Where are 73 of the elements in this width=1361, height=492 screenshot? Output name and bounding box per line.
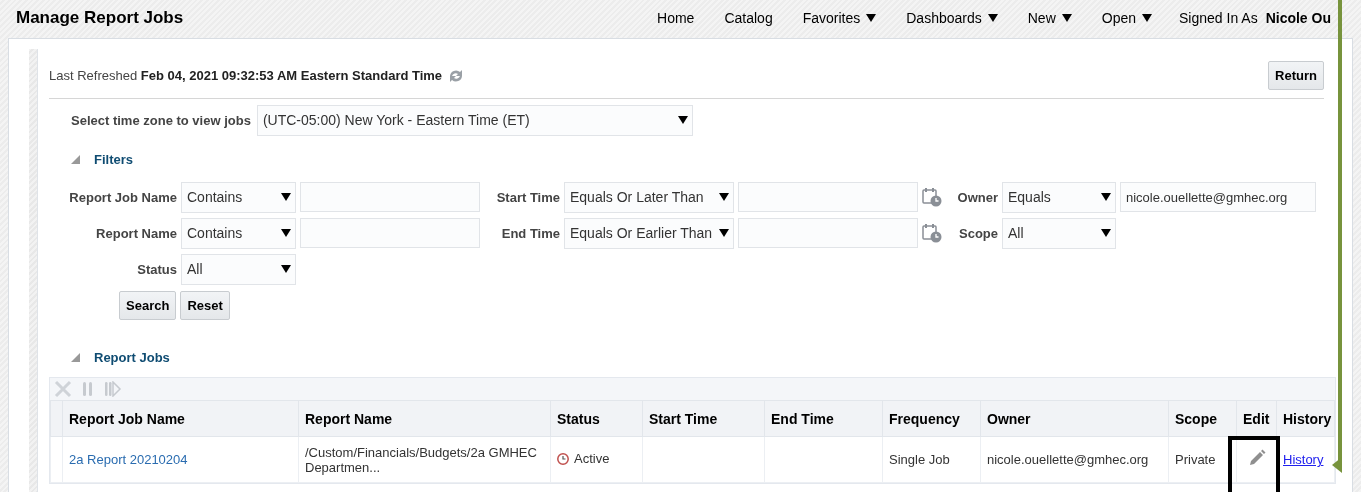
section-title[interactable]: Report Jobs [94,349,170,365]
user-name[interactable]: Nicole Ou [1265,10,1331,26]
table-cell: /Custom/Financials/Budgets/2a GMHEC Departmen... [298,436,551,483]
field-label: Start Time [495,189,560,205]
caret-icon [719,229,729,237]
calendar-icon[interactable] [922,223,942,243]
field-label: Status [136,261,177,277]
field-label: End Time [500,225,560,241]
nav-menu[interactable]: Favorites [787,10,892,26]
filter-button[interactable]: Search [119,291,177,320]
page-title: Manage Report Jobs [16,8,185,28]
nav-menu[interactable]: Dashboards [891,10,1013,26]
filter-input[interactable]: nicole.ouellette@gmhec.org [1120,182,1316,212]
column-header[interactable]: History [1276,400,1335,437]
operator-dropdown[interactable]: Equals Or Later Than [564,181,734,213]
operator-dropdown[interactable]: All [181,253,296,285]
job-name-link[interactable]: 2a Report 20210204 [69,452,188,467]
caret-icon [1101,229,1111,237]
caret-icon [987,14,998,22]
highlight-frame [1228,436,1280,492]
caret-icon [719,193,729,201]
field-label: Scope [958,225,998,241]
caret-icon [1061,14,1072,22]
section-title[interactable]: Filters [94,151,133,167]
caret-icon [677,116,688,124]
operator-dropdown[interactable]: All [1002,217,1116,249]
column-header[interactable]: End Time [764,400,883,437]
column-header[interactable]: Edit [1236,400,1277,437]
column-header[interactable]: Report Job Name [62,400,299,437]
timezone-dropdown[interactable]: (UTC-05:00) New York - Eastern Time (ET) [256,104,693,136]
caret-icon [1101,193,1111,201]
status-text: Active [574,451,610,467]
nav-menu[interactable]: New [1012,10,1087,26]
caret-icon [866,14,877,22]
pause-icon[interactable] [82,381,94,397]
table-cell: Single Job [882,436,981,483]
field-label: Report Name [95,225,177,241]
filter-button[interactable]: Reset [180,291,230,320]
column-header[interactable]: Status [550,400,643,437]
last-refreshed-text: Last Refreshed Feb 04, 2021 09:32:53 AM Eastern Standard Time [49,68,443,83]
filter-input[interactable] [300,218,480,248]
caret-icon [281,193,291,201]
filter-input[interactable] [738,182,918,212]
operator-dropdown[interactable]: Contains [181,217,296,249]
field-label: Owner [956,189,998,205]
operator-dropdown[interactable]: Contains [181,181,296,213]
pencil-icon[interactable] [1247,449,1266,467]
field-label: Report Job Name [68,189,177,205]
return-button[interactable]: Return [1268,61,1324,90]
caret-icon [281,229,291,237]
operator-dropdown[interactable]: Equals [1002,181,1116,213]
resume-icon[interactable] [104,381,122,397]
column-header[interactable]: Report Name [298,400,551,437]
timezone-label: Select time zone to view jobs [71,112,251,128]
column-header[interactable]: Scope [1168,400,1237,437]
nav-menu[interactable]: Open [1086,10,1167,26]
nav-menu[interactable]: Catalog [709,10,788,26]
calendar-icon[interactable] [922,187,942,207]
column-header[interactable]: Start Time [642,400,765,437]
filter-input[interactable] [738,218,918,248]
signed-in-label: Signed In As [1179,10,1258,26]
collapse-icon[interactable] [71,154,80,164]
caret-icon [281,265,291,273]
collapse-icon[interactable] [71,352,80,362]
nav-menu[interactable]: Home [642,10,710,26]
caret-icon [1142,14,1152,22]
clock-icon [557,452,569,465]
filter-input[interactable] [300,182,480,212]
operator-dropdown[interactable]: Equals Or Earlier Than [564,217,734,249]
column-header[interactable]: Owner [980,400,1169,437]
table-cell: nicole.ouellette@gmhec.org [980,436,1169,483]
column-header[interactable]: Frequency [882,400,981,437]
close-icon[interactable] [54,380,72,398]
